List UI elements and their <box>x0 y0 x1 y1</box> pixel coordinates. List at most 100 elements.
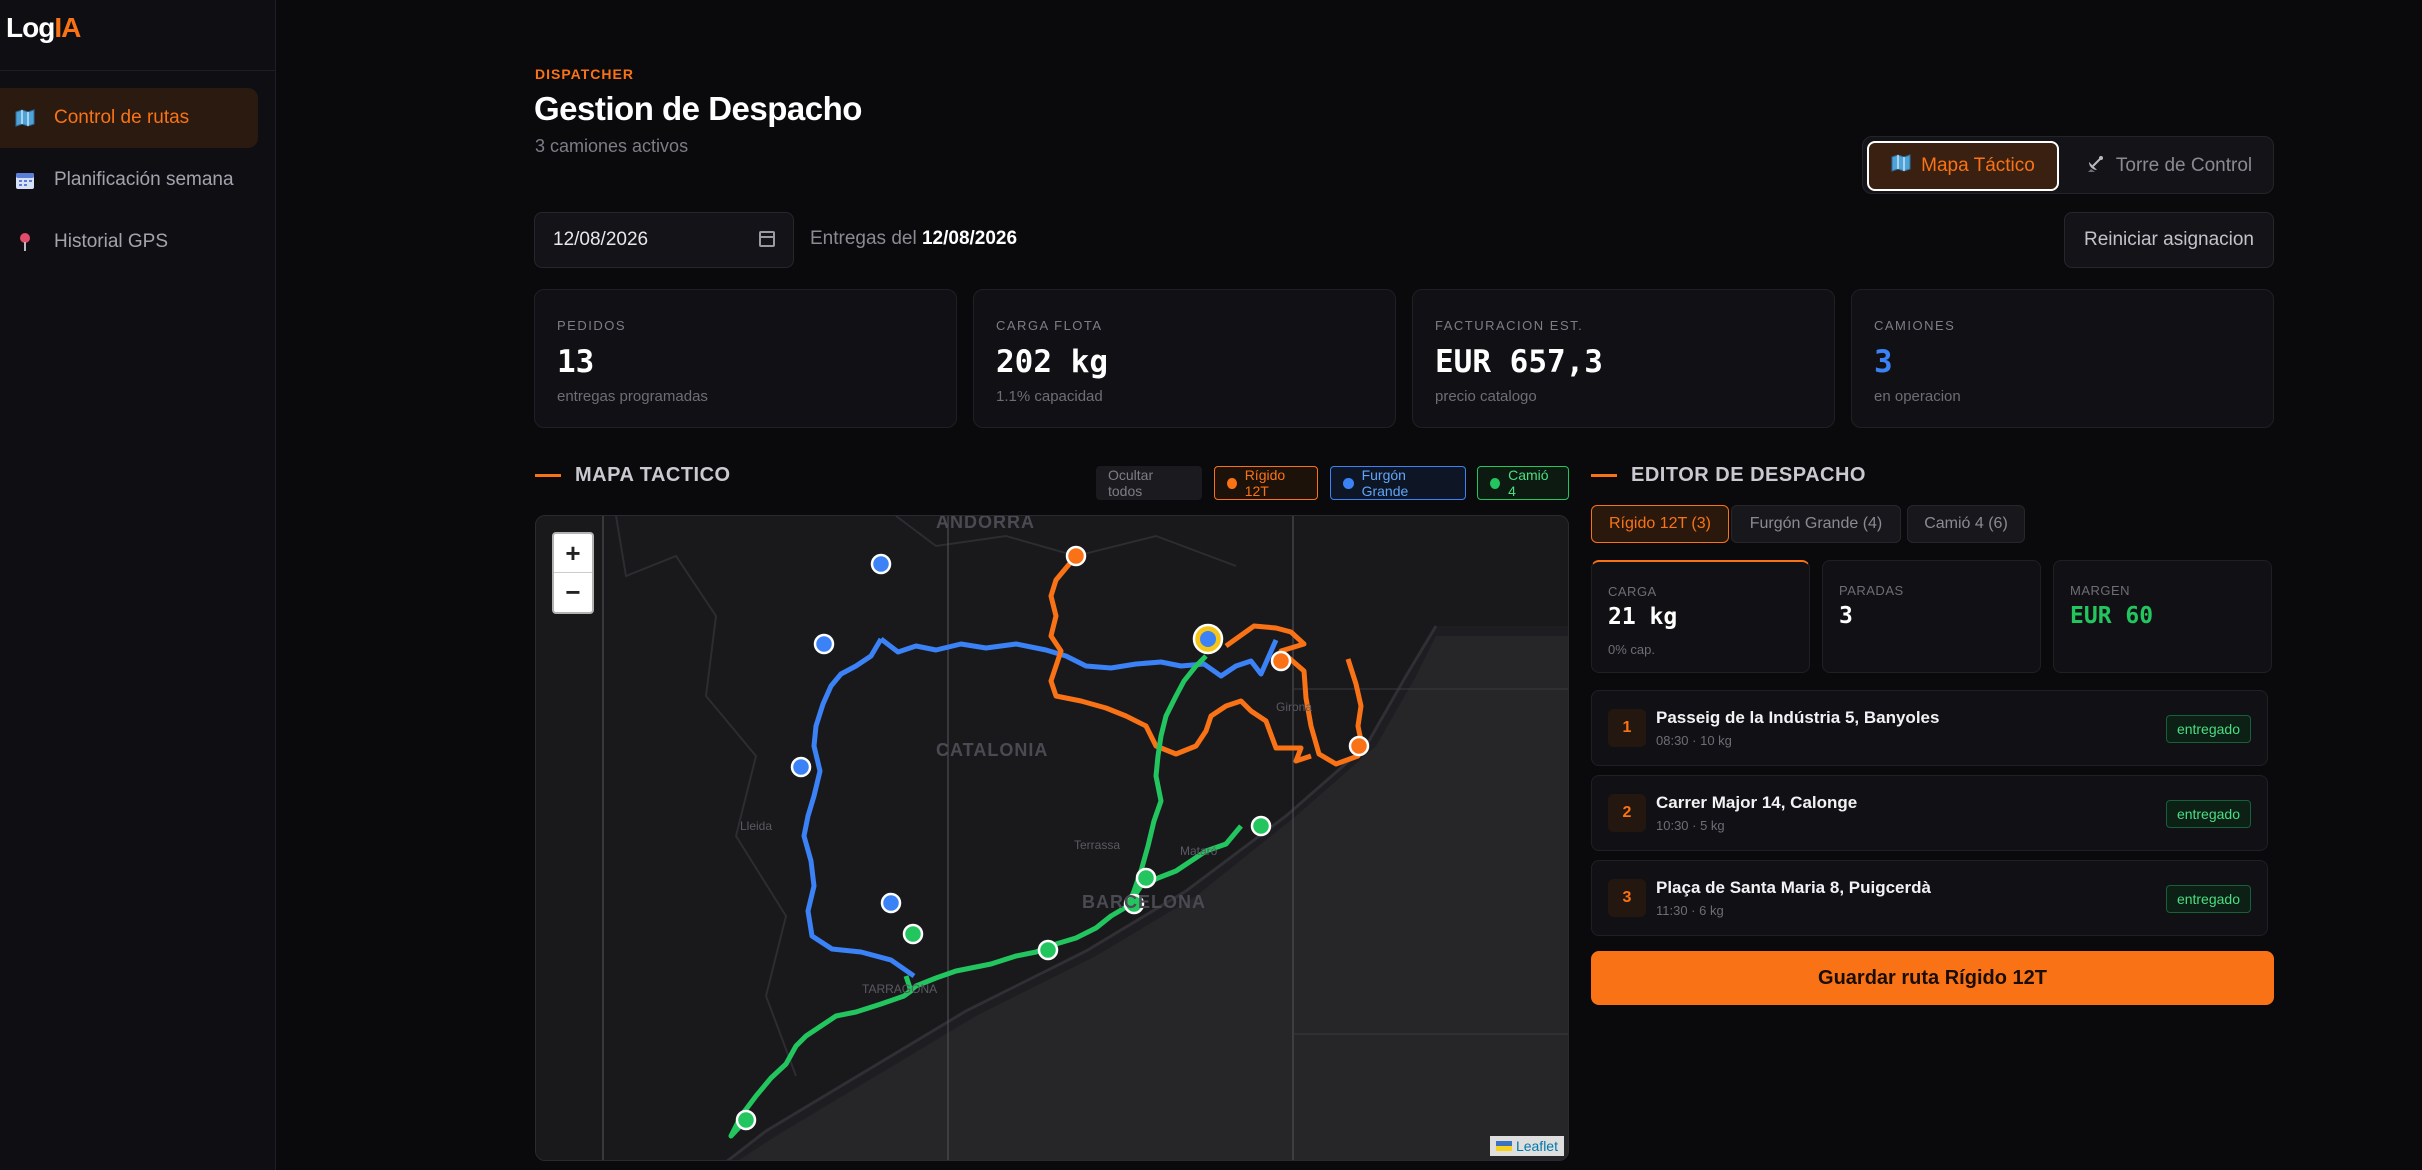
control-tower-button[interactable]: Torre de Control <box>2069 141 2269 191</box>
calendar-icon[interactable] <box>759 231 775 247</box>
pin-icon <box>14 231 36 253</box>
logo-prefix: Log <box>6 12 55 43</box>
satellite-dish-icon <box>2086 153 2106 179</box>
save-route-button[interactable]: Guardar ruta Rígido 12T <box>1591 951 2274 1005</box>
tab-furgon-grande[interactable]: Furgón Grande (4) <box>1731 505 1901 543</box>
stop-meta: 10:30 · 5 kg <box>1656 818 1725 833</box>
zoom-in-button[interactable]: + <box>554 534 592 573</box>
list-item[interactable]: 3 Plaça de Santa Maria 8, Puigcerdà 11:3… <box>1591 860 2268 936</box>
map-stop-marker-green[interactable] <box>902 923 924 945</box>
status-badge: entregado <box>2165 715 2251 743</box>
kpi-card-pedidos: PEDIDOS 13 entregas programadas <box>534 289 957 428</box>
logo-suffix: IA <box>54 12 81 43</box>
tactical-map-button[interactable]: Mapa Táctico <box>1867 141 2059 191</box>
map-icon <box>1891 154 1911 178</box>
stop-address: Carrer Major 14, Calonge <box>1656 793 1858 812</box>
list-item[interactable]: 2 Carrer Major 14, Calonge 10:30 · 5 kg … <box>1591 775 2268 851</box>
map-label-tarragona: TARRAGONA <box>862 982 938 996</box>
date-input-value: 12/08/2026 <box>553 229 649 250</box>
map-label-lleida: Lleida <box>740 819 773 833</box>
map-section-title: MAPA TACTICO <box>575 464 731 486</box>
stop-address: Plaça de Santa Maria 8, Puigcerdà <box>1656 878 1931 897</box>
editor-section-title: EDITOR DE DESPACHO <box>1631 464 1866 486</box>
map-label-girona: Girona <box>1276 700 1313 714</box>
stop-meta: 08:30 · 10 kg <box>1656 733 1732 748</box>
kpi-value: EUR 657,3 <box>1435 344 1603 380</box>
map-canvas[interactable] <box>536 516 1569 1161</box>
stat-label: MARGEN <box>2070 583 2131 598</box>
tactical-map[interactable]: ANDORRA CATALONIA Lleida Terrassa Girona… <box>535 515 1569 1161</box>
map-stop-marker-blue[interactable] <box>790 756 812 778</box>
map-stop-marker-orange[interactable] <box>1270 650 1292 672</box>
kpi-card-facturacion: FACTURACION EST. EUR 657,3 precio catalo… <box>1412 289 1835 428</box>
legend-chip-camio-4[interactable]: Camió 4 <box>1477 466 1569 500</box>
map-stop-marker-green[interactable] <box>735 1109 757 1131</box>
map-stop-marker-orange[interactable] <box>1065 545 1087 567</box>
stat-label: PARADAS <box>1839 583 1904 598</box>
reset-assignment-button[interactable]: Reiniciar asignacion <box>2064 212 2274 268</box>
map-section-header: MAPA TACTICO <box>535 464 731 487</box>
legend-chip-furgon-grande[interactable]: Furgón Grande <box>1330 466 1466 500</box>
attribution-link[interactable]: Leaflet <box>1516 1138 1558 1154</box>
kpi-value: 3 <box>1874 344 1893 380</box>
map-icon <box>14 107 36 129</box>
legend-dot <box>1343 477 1354 489</box>
stat-value: EUR 60 <box>2070 603 2154 629</box>
zoom-out-button[interactable]: − <box>554 573 592 612</box>
kpi-sub: precio catalogo <box>1435 388 1537 405</box>
map-stop-marker-green[interactable] <box>1037 939 1059 961</box>
legend-chip-rigido-12t[interactable]: Rígido 12T <box>1214 466 1318 500</box>
map-attribution[interactable]: Leaflet <box>1489 1136 1564 1156</box>
stop-address: Passeig de la Indústria 5, Banyoles <box>1656 708 1940 727</box>
editor-stat-paradas: PARADAS 3 <box>1822 560 2041 673</box>
list-item[interactable]: 1 Passeig de la Indústria 5, Banyoles 08… <box>1591 690 2268 766</box>
sidebar-item-historial-gps[interactable]: Historial GPS <box>0 212 258 272</box>
stop-number: 3 <box>1608 879 1646 917</box>
sidebar-item-label: Planificación semana <box>54 169 234 190</box>
sidebar-divider <box>0 70 276 71</box>
kpi-label: FACTURACION EST. <box>1435 318 1584 333</box>
page-eyebrow: DISPATCHER <box>535 66 634 82</box>
kpi-card-carga-flota: CARGA FLOTA 202 kg 1.1% capacidad <box>973 289 1396 428</box>
sidebar-item-label: Control de rutas <box>54 107 190 128</box>
kpi-sub: en operacion <box>1874 388 1961 405</box>
legend-dot <box>1227 477 1237 489</box>
tab-camio-4[interactable]: Camió 4 (6) <box>1907 505 2025 543</box>
legend-dot <box>1490 477 1501 489</box>
map-label-catalonia: CATALONIA <box>936 740 1049 760</box>
hide-all-button[interactable]: Ocultar todos <box>1096 466 1202 500</box>
stop-number: 1 <box>1608 709 1646 747</box>
map-stop-marker-blue[interactable] <box>880 892 902 914</box>
map-stop-marker-green[interactable] <box>1135 867 1157 889</box>
logo: LogIA <box>6 12 81 44</box>
sidebar: LogIA Control de rutas Planificación sem… <box>0 0 276 1170</box>
depot-marker-core <box>1200 631 1216 647</box>
date-input[interactable]: 12/08/2026 <box>534 212 794 268</box>
control-tower-label: Torre de Control <box>2115 155 2253 176</box>
map-stop-marker-orange[interactable] <box>1348 735 1370 757</box>
sidebar-item-control-de-rutas[interactable]: Control de rutas <box>0 88 258 148</box>
map-label-terrassa: Terrassa <box>1074 838 1121 852</box>
map-stop-marker-green[interactable] <box>1250 815 1272 837</box>
section-accent-bar <box>535 474 561 477</box>
kpi-value: 202 kg <box>996 344 1108 380</box>
stat-value: 21 kg <box>1608 604 1678 630</box>
kpi-sub: 1.1% capacidad <box>996 388 1103 405</box>
kpi-label: CARGA FLOTA <box>996 318 1103 333</box>
stat-sub: 0% cap. <box>1608 642 1655 657</box>
kpi-value: 13 <box>557 344 595 380</box>
map-stop-marker-blue[interactable] <box>813 633 835 655</box>
view-toggle: Mapa Táctico Torre de Control <box>1862 136 2274 194</box>
page-title: Gestion de Despacho <box>534 90 862 127</box>
page-subtitle: 3 camiones activos <box>535 136 689 156</box>
sidebar-item-planificacion-semana[interactable]: Planificación semana <box>0 150 258 210</box>
sidebar-item-label: Historial GPS <box>54 231 169 252</box>
map-label-andorra: ANDORRA <box>936 515 1035 532</box>
status-badge: entregado <box>2165 800 2251 828</box>
editor-stat-margen: MARGEN EUR 60 <box>2053 560 2272 673</box>
stat-value: 3 <box>1839 603 1853 629</box>
map-stop-marker-blue[interactable] <box>870 553 892 575</box>
tab-rigido-12t[interactable]: Rígido 12T (3) <box>1591 505 1729 543</box>
kpi-label: CAMIONES <box>1874 318 1956 333</box>
editor-stat-carga: CARGA 21 kg 0% cap. <box>1591 560 1810 673</box>
